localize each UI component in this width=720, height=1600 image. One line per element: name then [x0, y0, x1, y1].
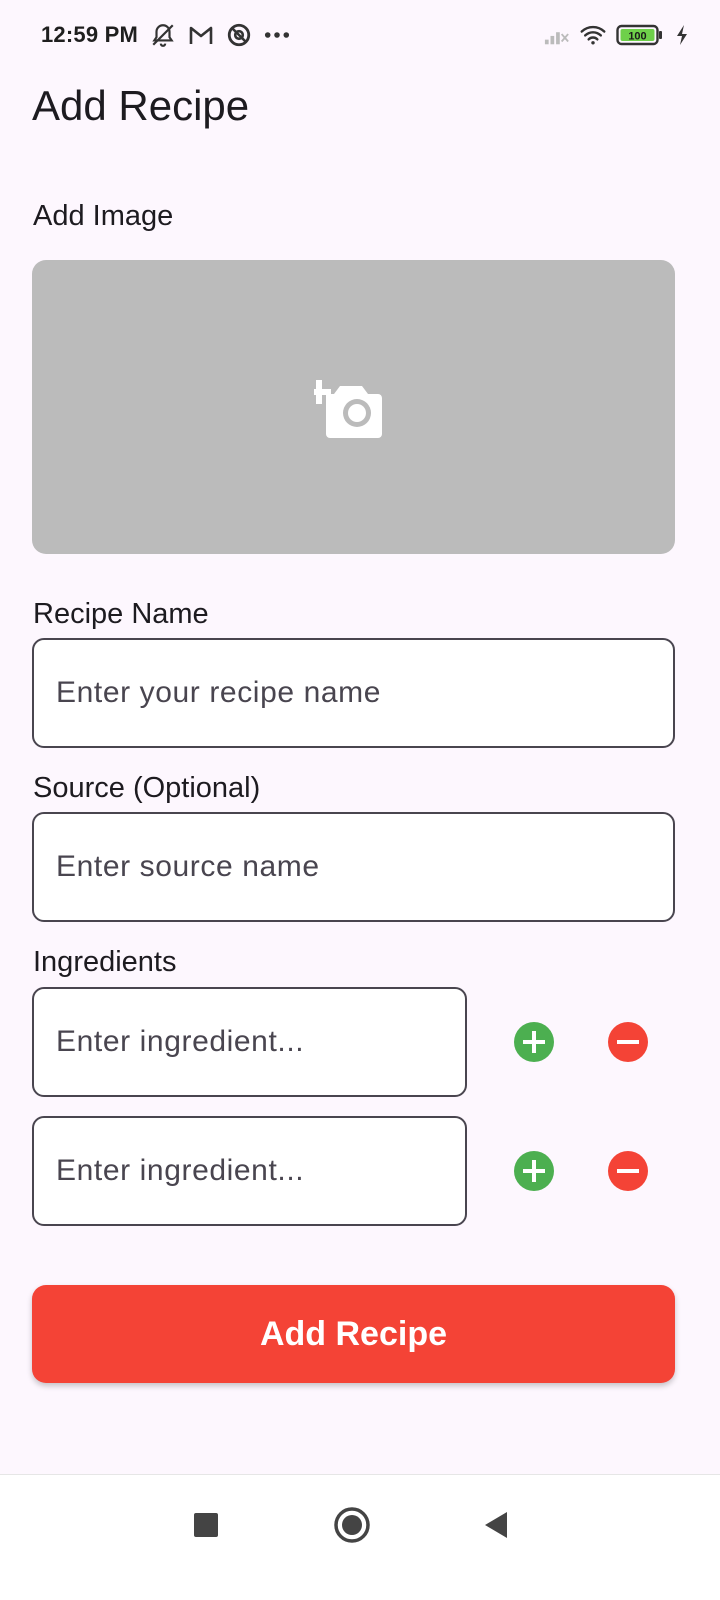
charging-bolt-icon	[674, 22, 690, 48]
home-button[interactable]	[330, 1503, 374, 1547]
battery-level: 100	[628, 31, 646, 43]
notifications-off-icon	[150, 22, 176, 48]
source-label: Source (Optional)	[33, 772, 261, 804]
back-button[interactable]	[474, 1503, 518, 1547]
status-bar: 12:59 PM 100	[0, 0, 720, 70]
remove-circle-icon	[617, 1169, 639, 1173]
add-circle-icon	[523, 1160, 545, 1182]
recipe-name-input[interactable]	[32, 638, 675, 748]
ingredient-input-1[interactable]	[32, 987, 467, 1097]
status-time: 12:59 PM	[41, 22, 138, 47]
gmail-icon	[188, 22, 214, 48]
add-circle-icon	[523, 1031, 545, 1053]
ingredients-label: Ingredients	[33, 946, 177, 978]
more-dots-icon	[264, 22, 290, 48]
remove-ingredient-button-1[interactable]	[608, 1022, 648, 1062]
add-ingredient-button-2[interactable]	[514, 1151, 554, 1191]
add-ingredient-button-1[interactable]	[514, 1022, 554, 1062]
signal-no-service-icon	[544, 22, 570, 48]
system-nav-bar	[0, 1474, 720, 1600]
remove-ingredient-button-2[interactable]	[608, 1151, 648, 1191]
source-input[interactable]	[32, 812, 675, 922]
recents-square-icon	[194, 1513, 218, 1537]
page-title: Add Recipe	[32, 82, 250, 129]
home-circle-icon	[334, 1507, 370, 1543]
back-triangle-icon	[485, 1512, 507, 1538]
battery-icon: 100	[616, 22, 664, 48]
recents-button[interactable]	[184, 1503, 228, 1547]
add-recipe-button[interactable]: Add Recipe	[32, 1285, 675, 1383]
wifi-icon	[580, 22, 606, 48]
ingredient-input-2[interactable]	[32, 1116, 467, 1226]
status-right: 100	[544, 22, 690, 48]
recipe-name-label: Recipe Name	[33, 598, 209, 630]
status-left: 12:59 PM	[41, 22, 290, 48]
add-a-photo-icon	[306, 368, 394, 447]
at-sign-icon	[226, 22, 252, 48]
add-image-label: Add Image	[33, 200, 174, 232]
remove-circle-icon	[617, 1040, 639, 1044]
image-picker[interactable]	[32, 260, 675, 554]
